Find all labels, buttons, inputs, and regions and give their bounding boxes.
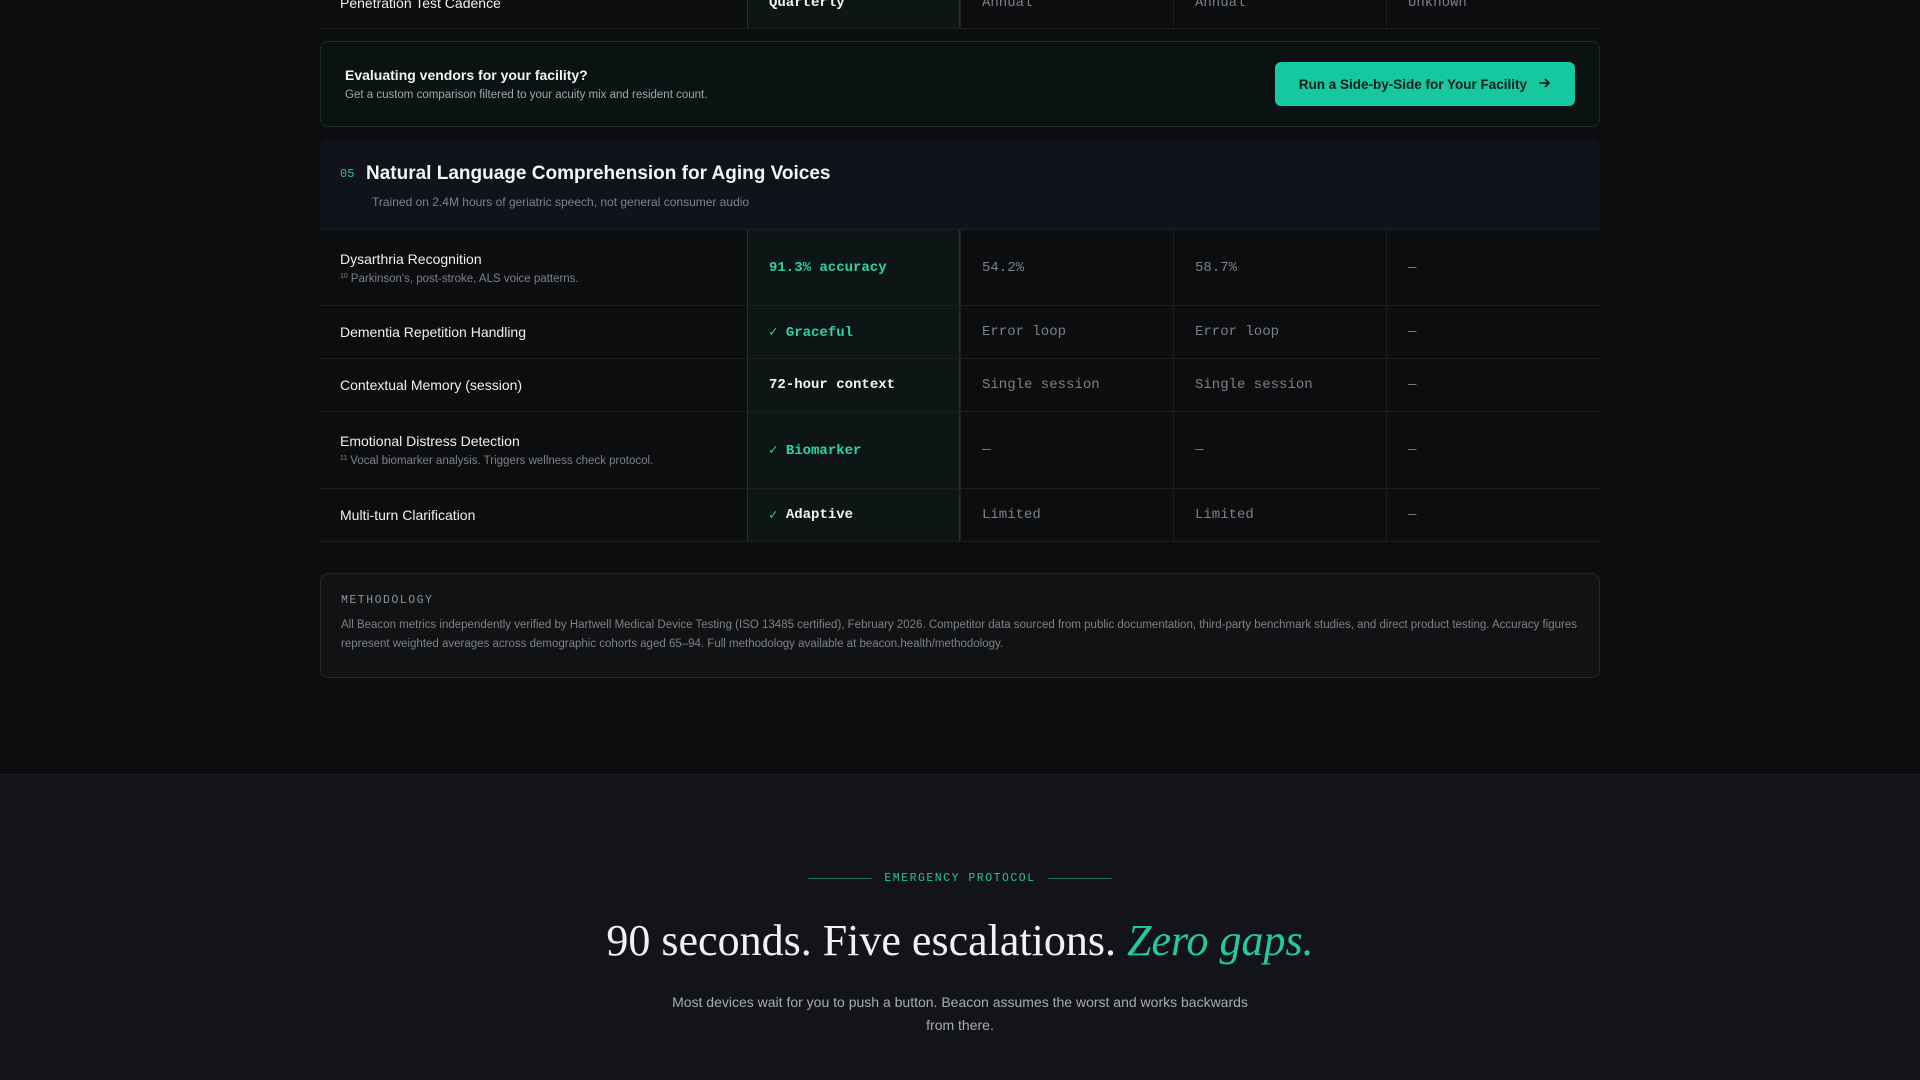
cta-text: Evaluating vendors for your facility? Ge… [345, 67, 707, 101]
competitor-cell: Limited [1173, 489, 1386, 541]
feature-name: Multi-turn Clarification [340, 507, 476, 523]
competitor-cell: — [1386, 489, 1599, 541]
row-label-cell: Contextual Memory (session) [320, 359, 747, 411]
row-label-cell: Dysarthria Recognition 10 Parkinson's, po… [320, 230, 747, 305]
headline-main: 90 seconds. Five escalations. [606, 916, 1116, 965]
competitor-value: — [1195, 442, 1204, 458]
competitor-value: Error loop [1195, 324, 1280, 340]
competitor-value: — [1408, 442, 1417, 458]
check-icon: ✓ [769, 507, 778, 524]
feature-name: Penetration Test Cadence [340, 0, 501, 11]
headline-accent: Zero gaps. [1126, 916, 1314, 965]
note-text: Vocal biomarker analysis. Triggers welln… [350, 455, 654, 467]
competitor-value: Annual [982, 0, 1033, 11]
competitor-value: — [1408, 259, 1417, 276]
beacon-value: 91.3% accuracy [769, 259, 887, 276]
competitor-value: 58.7% [1195, 259, 1238, 276]
table-row: Dysarthria Recognition 10 Parkinson's, po… [320, 230, 1600, 306]
competitor-value: Single session [1195, 377, 1313, 393]
row-label-cell: Emotional Distress Detection 11 Vocal bio… [320, 412, 747, 488]
methodology-label: METHODOLOGY [341, 594, 434, 607]
competitor-value: — [1408, 377, 1417, 393]
competitor-cell: Limited [960, 489, 1173, 541]
row-label-cell: Multi-turn Clarification [320, 489, 747, 541]
section-lede: Most devices wait for you to push a butt… [672, 994, 1248, 1033]
beacon-value: Quarterly [769, 0, 845, 11]
beacon-cell: Quarterly [747, 0, 960, 28]
competitor-cell: Annual [1173, 0, 1386, 28]
methodology-box: METHODOLOGY All Beacon metrics independe… [320, 573, 1600, 678]
comparison-table-top: Penetration Test Cadence Quarterly Annua… [320, 0, 1600, 29]
cta-button-label: Run a Side-by-Side for Your Facility [1298, 76, 1527, 92]
competitor-value: Limited [1195, 507, 1254, 523]
feature-note: 11 Vocal biomarker analysis. Triggers wel… [340, 455, 747, 467]
competitor-value: 54.2% [982, 259, 1025, 276]
competitor-cell: — [1386, 230, 1599, 305]
emergency-protocol-section: EMERGENCY PROTOCOL 90 seconds. Five esca… [0, 774, 1920, 1080]
competitor-cell: — [1386, 359, 1599, 411]
table-row: Penetration Test Cadence Quarterly Annua… [320, 0, 1600, 29]
section-subtitle: Trained on 2.4M hours of geriatric speec… [372, 195, 750, 209]
table-row: Contextual Memory (session) 72-hour cont… [320, 359, 1600, 412]
section-title: Natural Language Comprehension for Aging… [366, 163, 831, 184]
cta-subtitle: Get a custom comparison filtered to your… [345, 89, 708, 101]
section-headline: 90 seconds. Five escalations. Zero gaps. [0, 915, 1920, 966]
competitor-cell: Single session [960, 359, 1173, 411]
beacon-cell: ✓ Graceful [747, 306, 960, 358]
feature-name: Contextual Memory (session) [340, 377, 523, 393]
competitor-cell: Unknown [1386, 0, 1599, 28]
table-row: Emotional Distress Detection 11 Vocal bio… [320, 412, 1600, 489]
divider [1047, 878, 1112, 879]
arrow-right-icon [1539, 77, 1551, 92]
beacon-value: 72-hour context [769, 377, 896, 393]
methodology-text: All Beacon metrics independently verifie… [341, 619, 1578, 650]
competitor-cell: — [1386, 412, 1599, 488]
table-row: Multi-turn Clarification ✓ Adaptive Limi… [320, 489, 1600, 542]
competitor-cell: — [1386, 306, 1599, 358]
note-text: Parkinson's, post-stroke, ALS voice patt… [350, 272, 579, 285]
feature-name: Dementia Repetition Handling [340, 324, 526, 340]
beacon-value: Adaptive [785, 507, 854, 523]
feature-note: 10 Parkinson's, post-stroke, ALS voice pa… [340, 273, 747, 285]
table-row: Dementia Repetition Handling ✓ Graceful … [320, 306, 1600, 359]
footnote-ref: 10 [340, 272, 348, 280]
beacon-cell: 91.3% accuracy [747, 230, 960, 305]
competitor-cell: Error loop [1173, 306, 1386, 358]
cta-title: Evaluating vendors for your facility? [345, 67, 588, 83]
row-label-cell: Dementia Repetition Handling [320, 306, 747, 358]
competitor-cell: 54.2% [960, 230, 1173, 305]
beacon-cell: 72-hour context [747, 359, 960, 411]
competitor-value: Error loop [982, 324, 1067, 340]
beacon-value: ✓ Biomarker [769, 442, 862, 459]
feature-name: Emotional Distress Detection [340, 433, 520, 449]
competitor-cell: Annual [960, 0, 1173, 28]
competitor-value: Limited [982, 507, 1041, 523]
beacon-cell: ✓ Adaptive [747, 489, 960, 541]
vendor-cta-banner: Evaluating vendors for your facility? Ge… [320, 41, 1600, 127]
footnote-ref: 11 [340, 455, 348, 462]
competitor-value: Unknown [1408, 0, 1467, 11]
competitor-value: — [1408, 324, 1417, 340]
beacon-cell: ✓ Biomarker [747, 412, 960, 488]
eyebrow-text: EMERGENCY PROTOCOL [884, 872, 1036, 885]
beacon-value: ✓ Graceful [769, 324, 854, 341]
competitor-value: Single session [982, 377, 1100, 393]
competitor-cell: 58.7% [1173, 230, 1386, 305]
competitor-value: Annual [1195, 0, 1246, 11]
divider [808, 878, 873, 879]
feature-name: Dysarthria Recognition [340, 250, 482, 267]
section-header: 05 Natural Language Comprehension for Agi… [320, 139, 1600, 229]
competitor-cell: — [960, 412, 1173, 488]
competitor-cell: — [1173, 412, 1386, 488]
comparison-table: Dysarthria Recognition 10 Parkinson's, po… [320, 229, 1600, 542]
section-number: 05 [340, 167, 355, 181]
run-side-by-side-button[interactable]: Run a Side-by-Side for Your Facility [1274, 62, 1575, 106]
competitor-value: — [1408, 507, 1417, 523]
competitor-cell: Error loop [960, 306, 1173, 358]
competitor-cell: Single session [1173, 359, 1386, 411]
competitor-value: — [982, 442, 991, 458]
section-eyebrow: EMERGENCY PROTOCOL [0, 872, 1920, 885]
row-label-cell: Penetration Test Cadence [320, 0, 747, 28]
